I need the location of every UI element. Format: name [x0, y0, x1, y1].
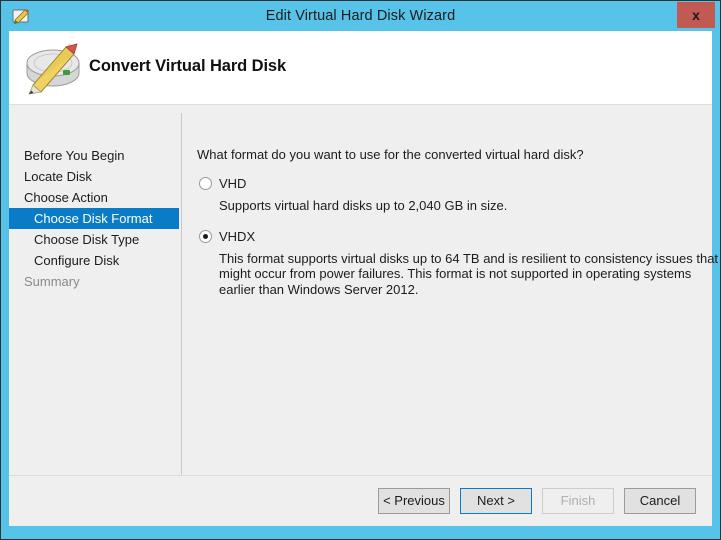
close-button[interactable]: x: [677, 2, 715, 28]
sidebar-item-choose-disk-format[interactable]: Choose Disk Format: [9, 208, 179, 229]
window-content: Convert Virtual Hard Disk Before You Beg…: [9, 31, 718, 526]
radio-label-vhd: VHD: [219, 176, 247, 191]
finish-button: Finish: [542, 488, 614, 514]
wizard-header: Convert Virtual Hard Disk: [9, 31, 712, 105]
sidebar-item-choose-disk-type[interactable]: Choose Disk Type: [9, 229, 181, 250]
radio-option-vhd[interactable]: VHD: [197, 176, 709, 194]
sidebar-divider: [181, 113, 182, 494]
radio-icon-vhdx[interactable]: [199, 229, 212, 243]
title-bar: Edit Virtual Hard Disk Wizard x: [1, 1, 720, 31]
window-title: Edit Virtual Hard Disk Wizard: [265, 8, 456, 24]
sidebar-item-configure-disk[interactable]: Configure Disk: [9, 250, 181, 271]
format-question-label: What format do you want to use for the c…: [197, 147, 584, 162]
wizard-steps-sidebar: Before You Begin Locate Disk Choose Acti…: [9, 145, 181, 292]
wizard-footer: < Previous Next > Finish Cancel: [9, 475, 712, 526]
hard-disk-pencil-icon: [19, 39, 87, 95]
radio-label-vhdx: VHDX: [219, 228, 256, 244]
sidebar-item-choose-action[interactable]: Choose Action: [9, 187, 181, 208]
next-button[interactable]: Next >: [460, 488, 532, 514]
radio-description-vhd: Supports virtual hard disks up to 2,040 …: [219, 198, 508, 213]
wizard-body: Before You Begin Locate Disk Choose Acti…: [9, 105, 718, 494]
previous-button[interactable]: < Previous: [378, 488, 450, 514]
radio-option-vhdx[interactable]: VHDX: [197, 229, 709, 247]
wizard-window: Edit Virtual Hard Disk Wizard x Convert …: [0, 0, 721, 540]
sidebar-item-locate-disk[interactable]: Locate Disk: [9, 166, 181, 187]
main-panel: What format do you want to use for the c…: [197, 147, 718, 297]
sidebar-item-summary: Summary: [24, 274, 80, 289]
radio-description-vhdx: This format supports virtual disks up to…: [219, 250, 719, 297]
radio-icon-vhd[interactable]: [199, 177, 212, 190]
cancel-button[interactable]: Cancel: [624, 488, 696, 514]
page-title: Convert Virtual Hard Disk: [89, 57, 287, 75]
sidebar-item-before-you-begin[interactable]: Before You Begin: [9, 145, 181, 166]
option-spacer: [197, 214, 709, 229]
